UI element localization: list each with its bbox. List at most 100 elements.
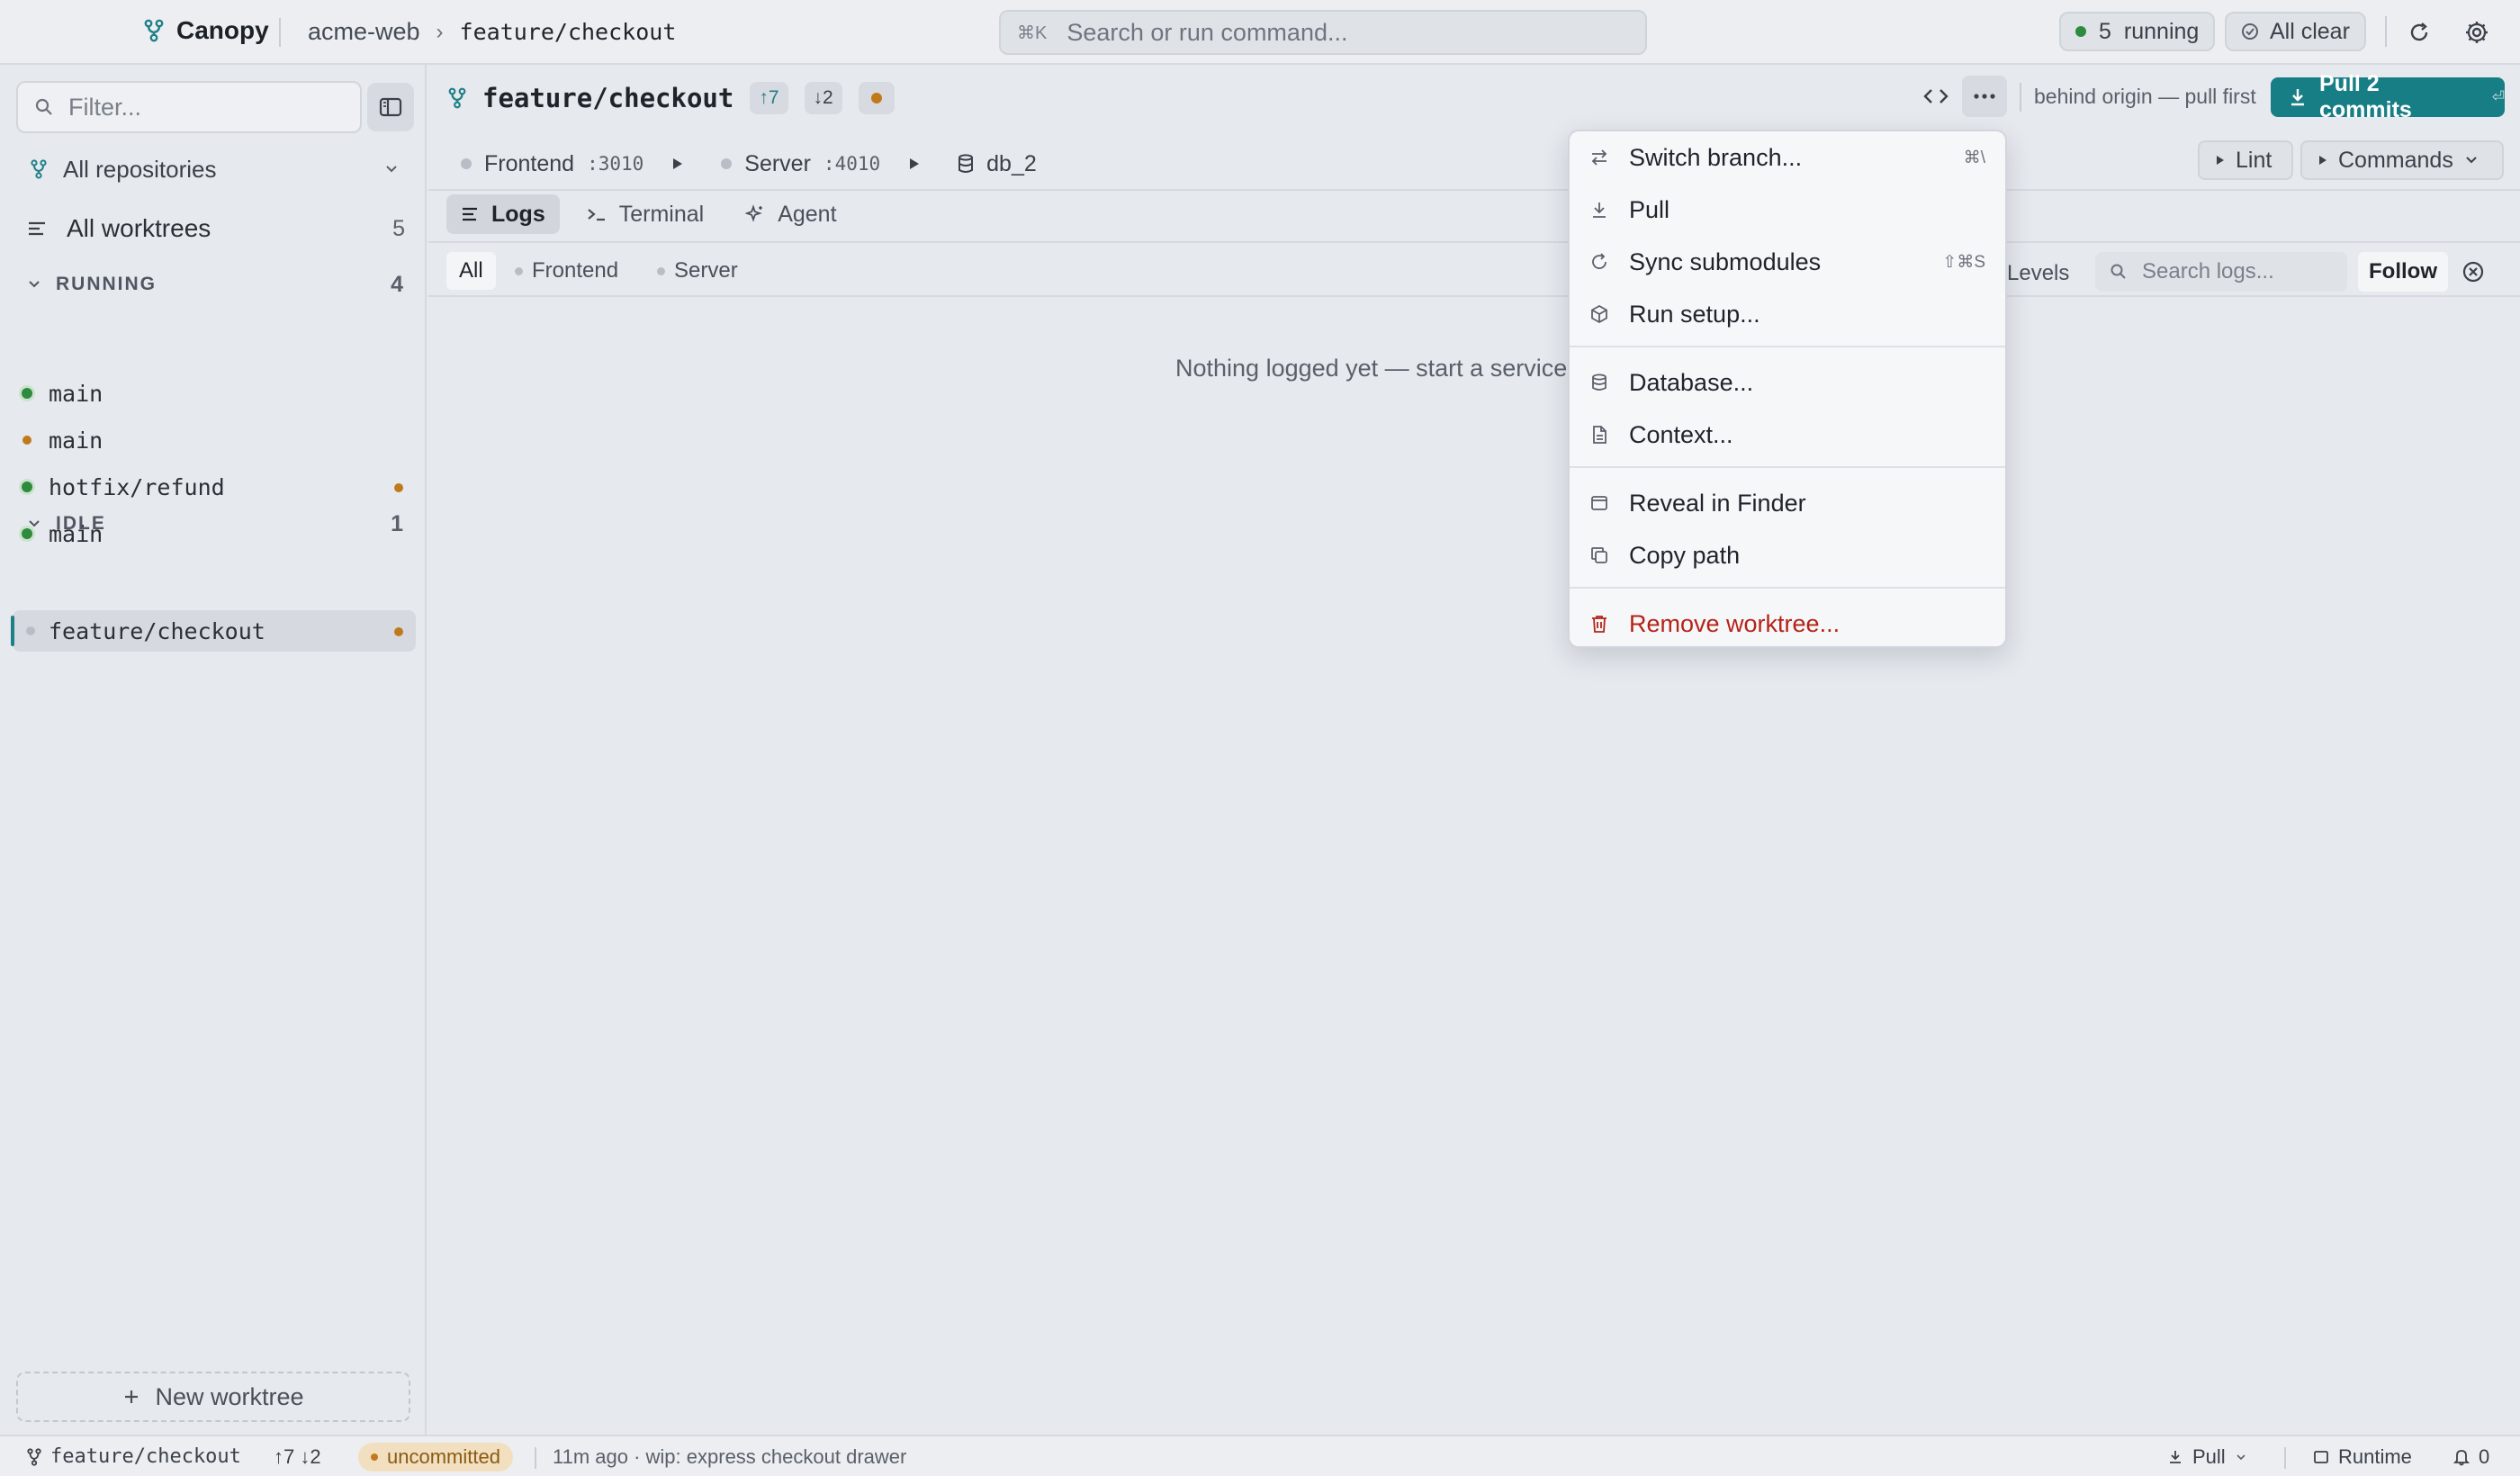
menu-item-reveal-in-finder[interactable]: Reveal in Finder	[1570, 477, 2005, 529]
log-search-input[interactable]: Search logs...	[2095, 252, 2347, 292]
sparkle-icon	[745, 204, 765, 224]
terminal-icon	[587, 206, 607, 222]
menu-item-label: Context...	[1629, 420, 1733, 448]
commands-label: Commands	[2338, 147, 2453, 173]
status-pull-button[interactable]: Pull	[2167, 1445, 2247, 1469]
play-icon[interactable]	[672, 158, 683, 170]
running-count: 5	[2099, 18, 2111, 44]
menu-item-switch-branch[interactable]: Switch branch... ⌘\	[1570, 131, 2005, 184]
notifications-button[interactable]: 0	[2453, 1445, 2489, 1469]
all-clear-pill[interactable]: All clear	[2225, 12, 2366, 51]
menu-item-shortcut: ⌘\	[1963, 148, 1985, 167]
uncommitted-dot	[870, 93, 882, 104]
sidebar-filter-input[interactable]: Filter...	[16, 81, 362, 133]
group-header-idle[interactable]: IDLE 1	[27, 506, 405, 542]
command-shortcut: ⌘K	[1017, 22, 1048, 43]
menu-item-run-setup[interactable]: Run setup...	[1570, 288, 2005, 340]
uncommitted-label: uncommitted	[387, 1445, 500, 1468]
worktree-item[interactable]: hotfix/refund	[13, 466, 416, 508]
service-server[interactable]: Server :4010	[721, 151, 920, 177]
sidebar-item-all-worktrees[interactable]: All worktrees 5	[27, 209, 405, 248]
running-label: running	[2123, 18, 2200, 44]
database-indicator[interactable]: db_2	[958, 151, 1037, 177]
download-icon	[2289, 87, 2307, 107]
group-header-running[interactable]: RUNNING 4	[27, 266, 405, 302]
service-status-dot	[461, 158, 472, 169]
logs-icon	[461, 206, 479, 222]
new-worktree-button[interactable]: New worktree	[16, 1372, 410, 1422]
menu-item-label: Pull	[1629, 195, 1670, 223]
log-filter-server[interactable]: Server	[657, 252, 738, 290]
divider	[428, 241, 2520, 243]
tab-label: Agent	[778, 201, 837, 227]
empty-state-message: Nothing logged yet — start a service	[1175, 355, 1568, 382]
service-name: Frontend	[484, 150, 575, 176]
repository-select[interactable]: All repositories	[31, 151, 400, 187]
notification-count: 0	[2479, 1445, 2490, 1468]
uncommitted-dot	[371, 1454, 378, 1461]
menu-divider	[1570, 587, 2005, 589]
tab-terminal[interactable]: Terminal	[572, 194, 718, 234]
status-branch[interactable]: feature/checkout	[27, 1445, 241, 1468]
check-circle-icon	[2241, 22, 2259, 40]
database-icon	[958, 154, 974, 174]
service-frontend[interactable]: Frontend :3010	[461, 151, 683, 177]
branch-icon	[448, 87, 466, 109]
code-icon[interactable]	[1913, 76, 1958, 117]
tab-agent[interactable]: Agent	[731, 194, 850, 234]
uncommitted-badge	[858, 82, 895, 114]
menu-divider	[1570, 466, 2005, 468]
menu-item-database[interactable]: Database...	[1570, 356, 2005, 409]
idle-status-dot	[26, 626, 35, 635]
lint-button[interactable]: Lint	[2198, 140, 2293, 180]
branch-header: feature/checkout ↑7 ↓2	[448, 77, 895, 119]
play-icon[interactable]	[909, 158, 920, 170]
running-status-dot	[22, 482, 32, 492]
refresh-icon[interactable]	[2403, 16, 2435, 49]
play-icon	[2318, 155, 2327, 166]
breadcrumb-branch[interactable]: feature/checkout	[460, 19, 677, 45]
worktree-label: main	[49, 427, 104, 454]
branch-logo-icon	[144, 19, 164, 42]
pull-commits-button[interactable]: Pull 2 commits ⏎	[2271, 71, 2505, 122]
command-search-input[interactable]: ⌘K Search or run command...	[999, 10, 1647, 55]
search-icon	[34, 97, 54, 117]
log-filter-all[interactable]: All	[446, 252, 496, 290]
switch-icon	[1589, 148, 1609, 167]
clear-logs-icon[interactable]	[2461, 259, 2486, 284]
divider	[2385, 16, 2387, 47]
chevron-down-icon	[2235, 1451, 2247, 1463]
menu-item-pull[interactable]: Pull	[1570, 184, 2005, 236]
modified-status-dot	[22, 436, 32, 445]
menu-item-label: Remove worktree...	[1629, 609, 1840, 637]
group-count: 4	[391, 271, 405, 297]
levels-filter[interactable]: Levels	[2007, 261, 2069, 286]
branch-title: feature/checkout	[482, 83, 734, 113]
running-status-pill[interactable]: 5 running	[2059, 12, 2216, 51]
log-filter-frontend[interactable]: Frontend	[515, 252, 618, 290]
worktree-item[interactable]: main	[13, 419, 416, 461]
more-options-button[interactable]	[1962, 76, 2007, 117]
top-bar: Canopy acme-web › feature/checkout ⌘K Se…	[0, 0, 2520, 65]
menu-item-sync-submodules[interactable]: Sync submodules ⇧⌘S	[1570, 236, 2005, 288]
source-dot	[657, 266, 665, 275]
menu-item-context[interactable]: Context...	[1570, 409, 2005, 461]
runtime-toggle[interactable]: Runtime	[2313, 1445, 2412, 1469]
gear-icon[interactable]	[2461, 16, 2493, 49]
app-brand[interactable]: Canopy	[144, 16, 269, 45]
toggle-sidebar-button[interactable]	[367, 83, 414, 131]
breadcrumb-repo[interactable]: acme-web	[308, 18, 420, 46]
service-port: :4010	[823, 153, 881, 175]
follow-toggle[interactable]: Follow	[2358, 252, 2448, 292]
behind-badge: ↓2	[804, 82, 842, 114]
menu-item-remove-worktree[interactable]: Remove worktree...	[1570, 598, 2005, 646]
commands-button[interactable]: Commands	[2300, 140, 2504, 180]
worktree-item[interactable]: main	[13, 373, 416, 414]
search-icon	[2110, 263, 2128, 281]
menu-item-copy-path[interactable]: Copy path	[1570, 529, 2005, 581]
selection-indicator	[11, 616, 14, 646]
sidebar: Filter... All repositories All worktrees…	[0, 65, 427, 1435]
breadcrumb-separator: ›	[436, 19, 444, 44]
worktree-item[interactable]: feature/checkout	[11, 610, 416, 652]
tab-logs[interactable]: Logs	[446, 194, 560, 234]
